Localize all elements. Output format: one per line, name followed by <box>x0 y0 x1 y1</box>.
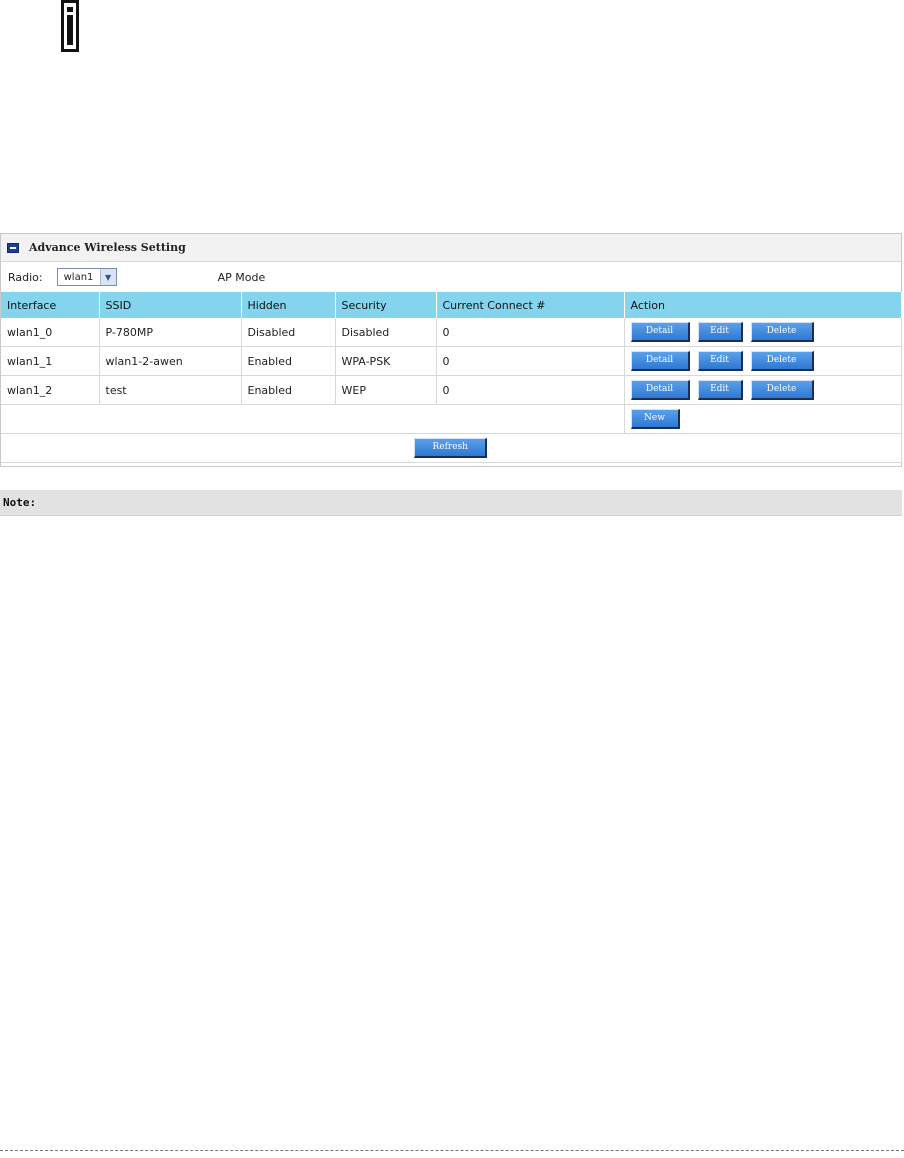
cell-connect: 0 <box>436 318 625 347</box>
cell-interface: wlan1_1 <box>1 346 100 376</box>
cell-interface: wlan1_0 <box>1 318 100 347</box>
cell-new: New <box>624 404 902 434</box>
cell-ssid: test <box>99 375 242 405</box>
new-row: New <box>1 404 902 434</box>
info-icon <box>61 0 79 52</box>
table-row: wlan1_2 test Enabled WEP 0 Detail Edit Del… <box>1 375 902 405</box>
cell-connect: 0 <box>436 346 625 376</box>
panel-title-bar: Advance Wireless Setting <box>1 234 901 262</box>
mode-text: AP Mode <box>217 270 266 284</box>
header-current-connect: Current Connect # <box>436 292 625 318</box>
delete-button[interactable]: Delete <box>750 380 814 400</box>
radio-row: Radio: wlan1 ▼ AP Mode <box>1 262 901 292</box>
cell-security: WEP <box>335 375 437 405</box>
cell-connect: 0 <box>436 375 625 405</box>
table-header-row: Interface SSID Hidden Security Current C… <box>1 292 902 318</box>
dashed-divider <box>0 1150 904 1151</box>
cell-ssid: wlan1-2-awen <box>99 346 242 376</box>
refresh-button[interactable]: Refresh <box>414 438 488 458</box>
detail-button[interactable]: Detail <box>630 322 690 342</box>
advance-wireless-setting-panel: Advance Wireless Setting Radio: wlan1 ▼ … <box>0 233 902 467</box>
chevron-down-icon[interactable]: ▼ <box>99 269 116 285</box>
delete-button[interactable]: Delete <box>750 351 814 371</box>
detail-button[interactable]: Detail <box>630 351 690 371</box>
cell-refresh: Refresh <box>1 433 902 463</box>
cell-interface: wlan1_2 <box>1 375 100 405</box>
table-row: wlan1_1 wlan1-2-awen Enabled WPA-PSK 0 D… <box>1 346 902 376</box>
cell-security: WPA-PSK <box>335 346 437 376</box>
table-row: wlan1_0 P-780MP Disabled Disabled 0 Deta… <box>1 318 902 347</box>
new-row-spacer <box>1 404 625 434</box>
header-ssid: SSID <box>99 292 242 318</box>
radio-label: Radio: <box>8 270 43 284</box>
header-interface: Interface <box>1 292 100 318</box>
arrow-box-icon <box>7 242 19 253</box>
edit-button[interactable]: Edit <box>697 380 743 400</box>
edit-button[interactable]: Edit <box>697 322 743 342</box>
cell-action: Detail Edit Delete <box>624 346 902 376</box>
header-action: Action <box>624 292 902 318</box>
cell-hidden: Enabled <box>241 375 336 405</box>
interface-table: Interface SSID Hidden Security Current C… <box>1 292 902 463</box>
radio-select[interactable]: wlan1 ▼ <box>56 268 117 286</box>
cell-ssid: P-780MP <box>99 318 242 347</box>
panel-title: Advance Wireless Setting <box>29 241 186 254</box>
cell-action: Detail Edit Delete <box>624 375 902 405</box>
header-hidden: Hidden <box>241 292 336 318</box>
new-button[interactable]: New <box>630 409 680 429</box>
delete-button[interactable]: Delete <box>750 322 814 342</box>
edit-button[interactable]: Edit <box>697 351 743 371</box>
cell-security: Disabled <box>335 318 437 347</box>
refresh-row: Refresh <box>1 433 902 463</box>
detail-button[interactable]: Detail <box>630 380 690 400</box>
note-bar: Note: <box>0 490 902 516</box>
cell-hidden: Enabled <box>241 346 336 376</box>
note-label: Note: <box>3 496 37 509</box>
cell-action: Detail Edit Delete <box>624 318 902 347</box>
radio-select-value: wlan1 <box>63 271 94 283</box>
header-security: Security <box>335 292 437 318</box>
cell-hidden: Disabled <box>241 318 336 347</box>
